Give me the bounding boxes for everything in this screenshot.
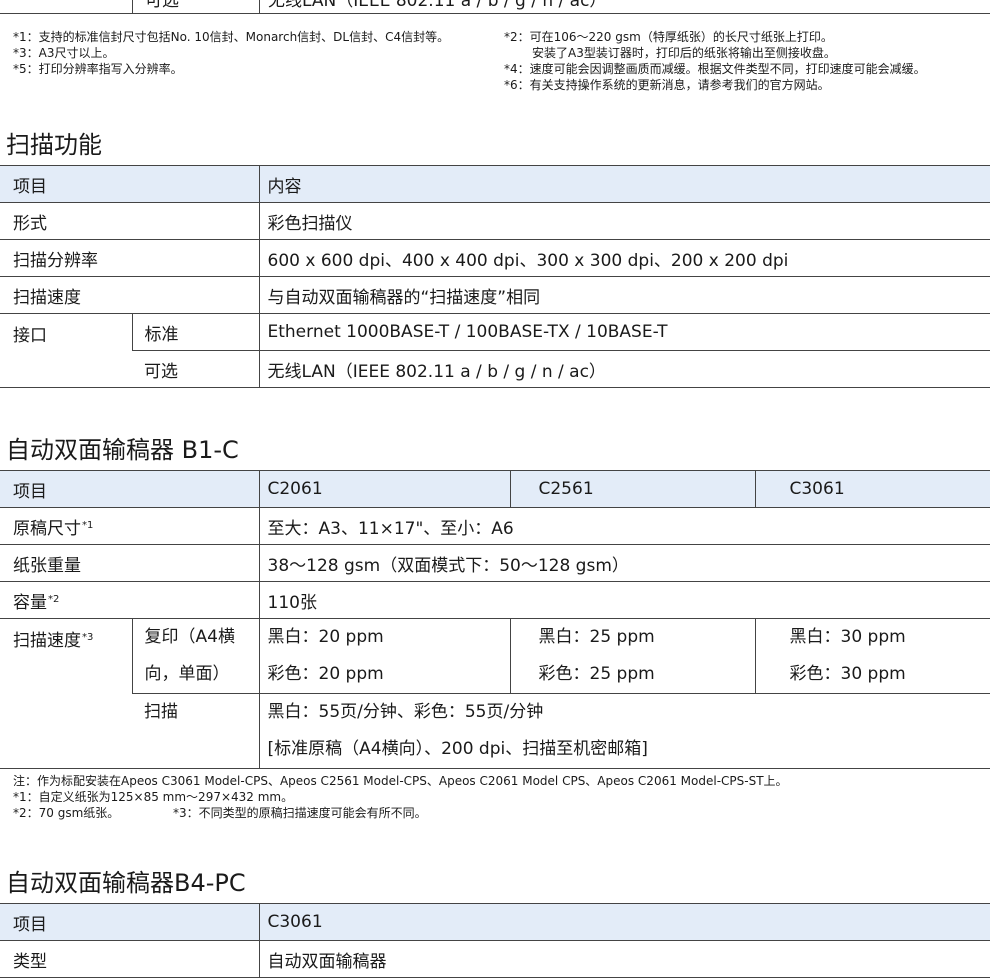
copy-speed-c3061: 黑白：30 ppm 彩色：30 ppm: [754, 618, 990, 694]
table-row: 接口 标准 Ethernet 1000BASE-T / 100BASE-TX /…: [0, 313, 990, 388]
scan-spec-table: 项目 内容 形式 彩色扫描仪 扫描分辨率 600 x 600 dpi、400 x…: [0, 165, 990, 388]
print-notes-right: *2：可在106～220 gsm（特厚纸张）的长尺寸纸张上打印。 安装了A3型装…: [504, 29, 926, 93]
header-cell: C2561: [509, 470, 755, 508]
footnote: *3：不同类型的原稿扫描速度可能会有所不同。: [173, 806, 427, 820]
row-label: 容量*2: [0, 581, 259, 619]
footnote: *4：速度可能会因调整画质而减缓。根据文件类型不同，打印速度可能会减缓。: [504, 62, 926, 76]
section-title-adf-b4: 自动双面输稿器B4-PC: [6, 869, 246, 897]
row-label: 扫描分辨率: [0, 239, 259, 277]
row-value: 自动双面输稿器: [258, 940, 990, 978]
row-label: 类型: [0, 940, 259, 978]
print-notes-left: *1：支持的标准信封尺寸包括No. 10信封、Monarch信封、DL信封、C4…: [13, 29, 449, 77]
table-row: 可选 无线LAN（IEEE 802.11 a / b / g / n / ac）: [0, 350, 990, 388]
row-sublabel-scan: 扫描: [132, 693, 259, 769]
footnote: *5：打印分辨率指写入分辨率。: [13, 62, 183, 76]
footnote: *2：70 gsm纸张。: [13, 806, 120, 820]
row-value: 38～128 gsm（双面模式下：50～128 gsm）: [258, 544, 990, 582]
header-cell: 项目: [0, 903, 259, 941]
footnote: *6：有关支持操作系统的更新消息，请参考我们的官方网站。: [504, 78, 830, 92]
table-row: 形式 彩色扫描仪: [0, 202, 990, 240]
row-value: 600 x 600 dpi、400 x 400 dpi、300 x 300 dp…: [258, 239, 990, 277]
table-row: 纸张重量 38～128 gsm（双面模式下：50～128 gsm）: [0, 544, 990, 582]
header-cell: C3061: [754, 470, 990, 508]
row-value: 至大：A3、11×17"、至小：A6: [258, 507, 990, 545]
row-value: 无线LAN（IEEE 802.11 a / b / g / n / ac）: [258, 350, 990, 388]
table-row: 扫描 黑白：55页/分钟、彩色：55页/分钟 [标准原稿（A4横向）、200 d…: [0, 693, 990, 769]
row-label: 形式: [0, 202, 259, 240]
table-row: 扫描分辨率 600 x 600 dpi、400 x 400 dpi、300 x …: [0, 239, 990, 277]
adf-b1-spec-table: 项目 C2061 C2561 C3061 原稿尺寸*1 至大：A3、11×17"…: [0, 470, 990, 769]
row-sublabel-copy: 复印（A4横 向，单面）: [131, 618, 259, 694]
table-row: 原稿尺寸*1 至大：A3、11×17"、至小：A6: [0, 507, 990, 545]
section-title-adf-b1: 自动双面输稿器 B1-C: [6, 436, 239, 464]
row-label: 原稿尺寸*1: [0, 507, 259, 545]
header-cell: C2061: [258, 470, 510, 508]
print-interface-table-fragment: 可选 无线LAN（IEEE 802.11 a / b / g / n / ac）: [0, 0, 990, 14]
footnote: *1：支持的标准信封尺寸包括No. 10信封、Monarch信封、DL信封、C4…: [13, 30, 450, 44]
row-value: Ethernet 1000BASE-T / 100BASE-TX / 10BAS…: [258, 313, 990, 351]
header-cell: 项目: [0, 165, 259, 203]
row-label: 纸张重量: [0, 544, 259, 582]
header-cell: C3061: [258, 903, 990, 941]
copy-speed-c2561: 黑白：25 ppm 彩色：25 ppm: [509, 618, 755, 694]
table-header-row: 项目 内容: [0, 165, 990, 203]
footnote: *2：可在106～220 gsm（特厚纸张）的长尺寸纸张上打印。: [504, 30, 833, 44]
section-title-scan: 扫描功能: [6, 131, 102, 159]
table-row: 扫描速度 与自动双面输稿器的“扫描速度”相同: [0, 276, 990, 314]
table-header-row: 项目 C2061 C2561 C3061: [0, 470, 990, 508]
adf-b1-notes: 注：作为标配安装在Apeos C3061 Model-CPS、Apeos C25…: [13, 773, 788, 821]
table-row: 类型 自动双面输稿器: [0, 940, 990, 978]
row-label: 接口: [0, 313, 132, 388]
footnote: *1：自定义纸张为125×85 mm～297×432 mm。: [13, 790, 294, 804]
header-cell: 项目: [0, 470, 259, 508]
row-label: 扫描速度*3: [0, 618, 132, 769]
scan-speed-value: 黑白：55页/分钟、彩色：55页/分钟 [标准原稿（A4横向）、200 dpi、…: [258, 693, 990, 769]
interface-optional-value: 无线LAN（IEEE 802.11 a / b / g / n / ac）: [268, 0, 607, 11]
table-divider: [259, 0, 260, 13]
interface-optional-label: 可选: [145, 0, 179, 11]
row-label: 扫描速度: [0, 276, 259, 314]
table-header-row: 项目 C3061: [0, 903, 990, 941]
row-value: 110张: [258, 581, 990, 619]
copy-speed-c2061: 黑白：20 ppm 彩色：20 ppm: [258, 618, 510, 694]
table-row: 扫描速度*3 复印（A4横 向，单面） 黑白：20 ppm 彩色：20 ppm …: [0, 618, 990, 769]
footnote: 注：作为标配安装在Apeos C3061 Model-CPS、Apeos C25…: [13, 774, 788, 788]
header-cell: 内容: [258, 165, 990, 203]
footnote-pair: *2：70 gsm纸张。 *3：不同类型的原稿扫描速度可能会有所不同。: [13, 805, 788, 821]
row-sublabel: 标准: [131, 313, 259, 351]
row-value: 彩色扫描仪: [258, 202, 990, 240]
row-sublabel: 可选: [132, 350, 259, 388]
row-value: 与自动双面输稿器的“扫描速度”相同: [258, 276, 990, 314]
footnote: 安装了A3型装订器时，打印后的纸张将输出至侧接收盘。: [532, 46, 836, 60]
table-divider: [132, 0, 133, 13]
table-row: 容量*2 110张: [0, 581, 990, 619]
footnote: *3：A3尺寸以上。: [13, 46, 115, 60]
adf-b4-spec-table: 项目 C3061 类型 自动双面输稿器: [0, 903, 990, 978]
